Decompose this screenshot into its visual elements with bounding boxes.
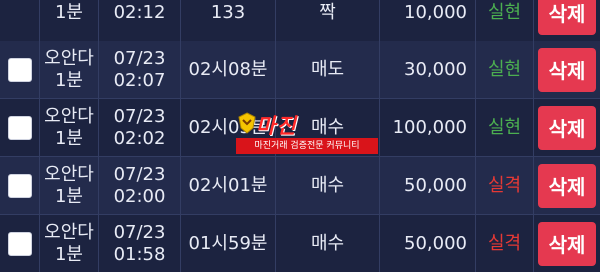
game-name-line2: 1분 [54, 185, 83, 207]
amount-cell: 30,000 [380, 41, 476, 98]
bet-time: 02:02 [113, 127, 166, 149]
row-checkbox[interactable] [7, 57, 32, 82]
game-name: 1분 [40, 0, 99, 41]
delete-button[interactable]: 삭제 [538, 0, 596, 35]
row-select-cell [0, 99, 40, 156]
bet-datetime: 07/23 01:58 [99, 215, 181, 272]
game-name: 오안다 1분 [40, 157, 99, 214]
game-name-line2: 1분 [54, 1, 83, 23]
row-select-cell [0, 215, 40, 272]
delete-cell: 삭제 [534, 215, 600, 272]
result-cell: 실현 [476, 0, 534, 41]
round-cell: 01시59분 [181, 215, 276, 272]
game-name-line1: 오안다 [44, 105, 94, 127]
bet-datetime: 07/23 02:00 [99, 157, 181, 214]
game-name: 오안다 1분 [40, 215, 99, 272]
game-name-line2: 1분 [54, 243, 83, 265]
round-cell: 02시08분 [181, 41, 276, 98]
amount-cell: 50,000 [380, 157, 476, 214]
round-cell: 133 [181, 0, 276, 41]
row-select-cell [0, 157, 40, 214]
amount-cell: 50,000 [380, 215, 476, 272]
result-cell: 실현 [476, 41, 534, 98]
result-cell: 실격 [476, 215, 534, 272]
bet-datetime: 07/23 02:02 [99, 99, 181, 156]
bet-date: 07/23 [113, 47, 166, 69]
game-name-line2: 1분 [54, 127, 83, 149]
bet-date: 07/23 [113, 105, 166, 127]
delete-cell: 삭제 [534, 0, 600, 41]
bet-time: 01:58 [113, 243, 166, 265]
table-row: 오안다 1분 07/23 02:02 02시03분 매수 100,000 실현 … [0, 99, 600, 157]
bet-date: 07/23 [113, 163, 166, 185]
table-row: 오안다 1분 07/23 01:58 01시59분 매수 50,000 실격 삭… [0, 215, 600, 272]
game-name-line2: 1분 [54, 69, 83, 91]
game-name-line1: 오안다 [44, 221, 94, 243]
pick-cell: 매수 [276, 215, 380, 272]
bet-datetime: 07/23 02:07 [99, 41, 181, 98]
row-select-cell [0, 0, 40, 41]
table-row: 오안다 1분 07/23 02:00 02시01분 매수 50,000 실격 삭… [0, 157, 600, 215]
pick-cell: 매수 [276, 157, 380, 214]
pick-cell: 짝 [276, 0, 380, 41]
amount-cell: 10,000 [380, 0, 476, 41]
game-name-line1: 오안다 [44, 163, 94, 185]
bet-date: 07/23 [113, 221, 166, 243]
bet-history-table: 1분 02:12 133 짝 10,000 실현 삭제 오안다 1분 07/23… [0, 0, 600, 272]
bet-time: 02:00 [113, 185, 166, 207]
result-cell: 실격 [476, 157, 534, 214]
game-name: 오안다 1분 [40, 41, 99, 98]
delete-button[interactable]: 삭제 [538, 163, 596, 208]
row-checkbox[interactable] [7, 231, 32, 256]
game-name-line1: 오안다 [44, 47, 94, 69]
row-checkbox[interactable] [7, 115, 32, 140]
round-cell: 02시03분 [181, 99, 276, 156]
bet-datetime: 02:12 [99, 0, 181, 41]
row-select-cell [0, 41, 40, 98]
amount-cell: 100,000 [380, 99, 476, 156]
pick-cell: 매도 [276, 41, 380, 98]
game-name: 오안다 1분 [40, 99, 99, 156]
round-cell: 02시01분 [181, 157, 276, 214]
bet-time: 02:12 [113, 1, 166, 23]
delete-button[interactable]: 삭제 [538, 47, 596, 92]
delete-cell: 삭제 [534, 157, 600, 214]
table-row: 오안다 1분 07/23 02:07 02시08분 매도 30,000 실현 삭… [0, 41, 600, 99]
table-row: 1분 02:12 133 짝 10,000 실현 삭제 [0, 0, 600, 42]
delete-cell: 삭제 [534, 41, 600, 98]
delete-button[interactable]: 삭제 [538, 105, 596, 150]
row-checkbox[interactable] [7, 173, 32, 198]
pick-cell: 매수 [276, 99, 380, 156]
result-cell: 실현 [476, 99, 534, 156]
delete-button[interactable]: 삭제 [538, 221, 596, 266]
bet-time: 02:07 [113, 69, 166, 91]
delete-cell: 삭제 [534, 99, 600, 156]
